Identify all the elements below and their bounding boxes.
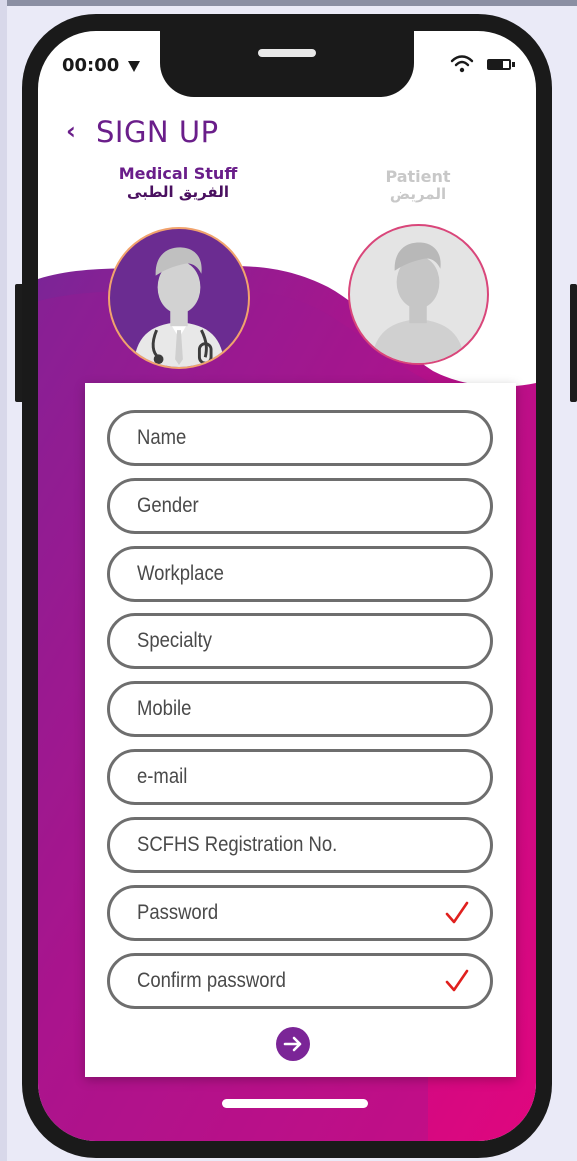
specialty-field[interactable] xyxy=(107,613,493,669)
role-patient-avatar[interactable] xyxy=(348,224,489,365)
gender-input[interactable] xyxy=(137,491,401,521)
phone-notch xyxy=(160,31,414,97)
submit-next-button[interactable] xyxy=(276,1027,310,1061)
email-input[interactable] xyxy=(137,762,401,792)
name-input[interactable] xyxy=(137,423,401,453)
doctor-icon xyxy=(133,247,225,367)
scfhs-registration-field[interactable] xyxy=(107,817,493,873)
password-input[interactable] xyxy=(137,898,401,928)
specialty-input[interactable] xyxy=(137,626,401,656)
phone-screen: 00:00 ‹ SIGN UP Medical Stuff الفريق الط… xyxy=(38,31,536,1141)
role-medical-label-arabic[interactable]: الفريق الطبى xyxy=(98,183,258,201)
page-title: SIGN UP xyxy=(96,115,219,149)
status-time: 00:00 xyxy=(62,55,120,76)
role-patient-label[interactable]: Patient xyxy=(368,168,468,186)
battery-level xyxy=(489,61,503,68)
phone-side-button-right xyxy=(570,284,577,402)
signup-form-card xyxy=(85,383,516,1077)
window-frame-left xyxy=(0,0,7,1161)
workplace-input[interactable] xyxy=(137,559,401,589)
password-field[interactable] xyxy=(107,885,493,941)
person-icon xyxy=(371,242,465,363)
workplace-field[interactable] xyxy=(107,546,493,602)
scfhs-registration-input[interactable] xyxy=(137,830,401,860)
gender-field[interactable] xyxy=(107,478,493,534)
name-field[interactable] xyxy=(107,410,493,466)
mobile-field[interactable] xyxy=(107,681,493,737)
confirm-password-field[interactable] xyxy=(107,953,493,1009)
home-indicator[interactable] xyxy=(222,1099,368,1108)
battery-icon xyxy=(487,59,511,70)
chevron-left-icon[interactable]: ‹ xyxy=(66,119,76,143)
role-medical-avatar[interactable] xyxy=(108,227,250,369)
wifi-icon xyxy=(450,55,474,73)
confirm-password-input[interactable] xyxy=(137,966,401,996)
checkmark-icon xyxy=(445,969,469,992)
role-patient-label-arabic[interactable]: المريض xyxy=(368,185,468,203)
window-frame-top xyxy=(0,0,577,6)
mobile-input[interactable] xyxy=(137,694,401,724)
phone-mockup: 00:00 ‹ SIGN UP Medical Stuff الفريق الط… xyxy=(22,14,552,1158)
email-field[interactable] xyxy=(107,749,493,805)
role-medical-label[interactable]: Medical Stuff xyxy=(98,165,258,183)
checkmark-icon xyxy=(445,901,469,924)
arrow-right-icon xyxy=(283,1036,302,1052)
triangle-signal-icon xyxy=(128,61,140,72)
battery-tip xyxy=(512,62,515,67)
phone-speaker xyxy=(258,49,316,57)
